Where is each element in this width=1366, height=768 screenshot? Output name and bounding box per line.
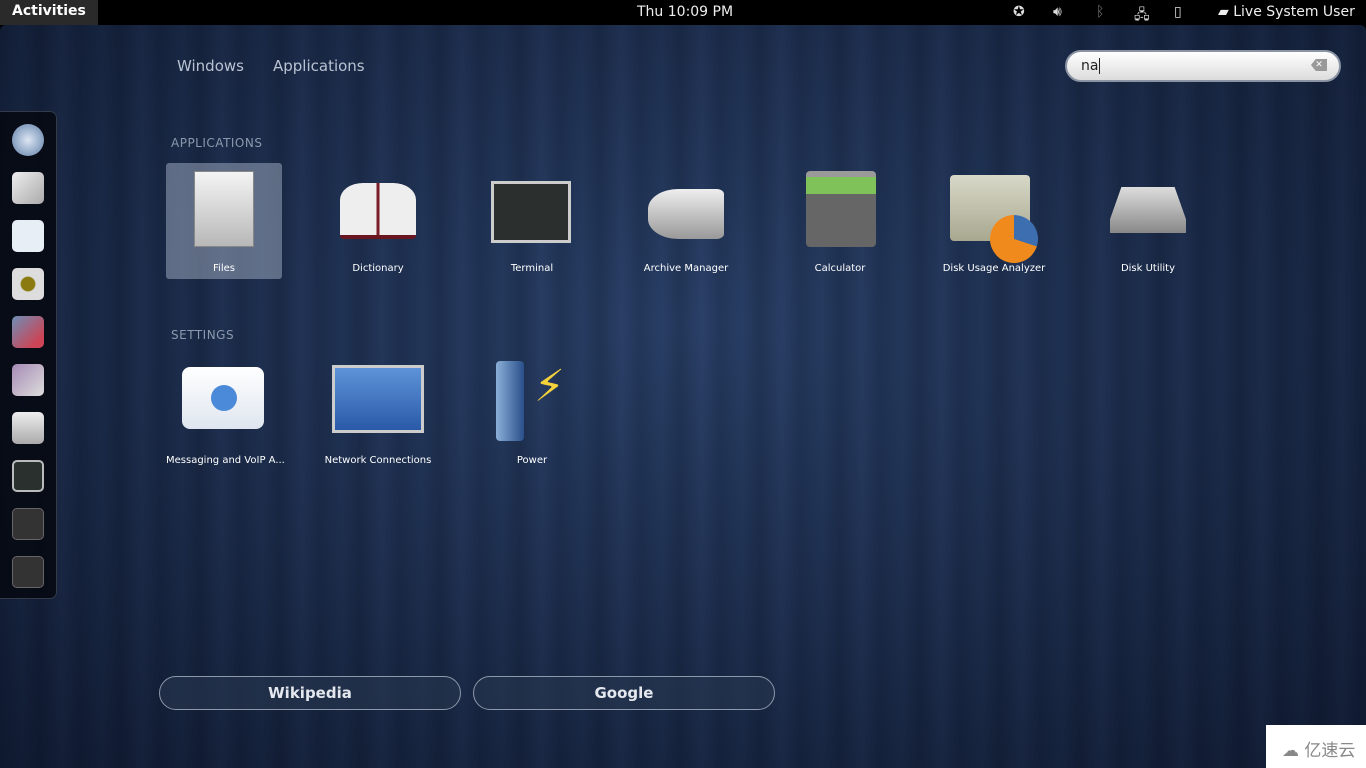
calculator-icon xyxy=(806,171,876,247)
tab-windows[interactable]: Windows xyxy=(177,57,244,75)
app-archive-manager[interactable]: Archive Manager xyxy=(628,163,744,279)
app-label: Disk Usage Analyzer xyxy=(942,263,1046,274)
web-browser-icon[interactable] xyxy=(12,124,44,156)
volume-icon[interactable]: 🔊︎ xyxy=(1053,4,1062,20)
app-label: Power xyxy=(516,455,548,466)
clock[interactable]: Thu 10:09 PM xyxy=(637,4,733,20)
messaging-icon[interactable] xyxy=(12,220,44,252)
mail-clock-icon[interactable] xyxy=(12,172,44,204)
watermark-text: 亿速云 xyxy=(1304,741,1356,761)
app-disk-usage-analyzer[interactable]: Disk Usage Analyzer xyxy=(936,163,1052,279)
app-files[interactable]: Files xyxy=(166,163,282,279)
app-label: Disk Utility xyxy=(1120,263,1176,274)
app-label: Dictionary xyxy=(352,263,404,274)
files-icon[interactable] xyxy=(12,412,44,444)
user-name: Live System User xyxy=(1233,4,1355,20)
file-cabinet-icon xyxy=(194,171,254,247)
chat-status-icon: ▰ xyxy=(1218,4,1234,20)
bluetooth-disabled-icon[interactable]: ᛒ xyxy=(1096,4,1104,20)
archive-roller-icon xyxy=(648,189,724,239)
app-calculator[interactable]: Calculator xyxy=(782,163,898,279)
activities-button[interactable]: Activities xyxy=(0,0,98,25)
top-bar: Activities Thu 10:09 PM ✪ 🔊︎ ᛒ 🖧︎ ▯ ▰ Li… xyxy=(0,0,1366,25)
pie-chart-icon xyxy=(990,215,1038,263)
watermark-logo: ☁︎ 亿速云 xyxy=(1266,725,1366,768)
app-label: Network Connections xyxy=(324,455,432,466)
smiley-icon xyxy=(211,385,237,411)
battery-charging-icon[interactable]: ▯ xyxy=(1174,4,1182,20)
terminal-icon xyxy=(491,181,571,243)
section-applications: APPLICATIONS xyxy=(171,136,263,150)
app-label: Messaging and VoIP A... xyxy=(166,455,285,466)
app-label: Terminal xyxy=(510,263,554,274)
app-power[interactable]: ⚡︎ Power xyxy=(474,355,590,471)
lock-safe-icon[interactable] xyxy=(12,556,44,588)
search-google-button[interactable]: Google xyxy=(473,676,775,710)
cloud-logo-icon: ☁︎ xyxy=(1282,741,1305,761)
battery-power-icon xyxy=(496,361,524,441)
app-disk-utility[interactable]: Disk Utility xyxy=(1090,163,1206,279)
dash xyxy=(0,111,57,599)
section-settings: SETTINGS xyxy=(171,328,235,342)
app-label: Archive Manager xyxy=(643,263,729,274)
search-wikipedia-button[interactable]: Wikipedia xyxy=(159,676,461,710)
tab-applications[interactable]: Applications xyxy=(273,57,365,75)
image-viewer-icon[interactable] xyxy=(12,316,44,348)
user-menu[interactable]: ▰ Live System User xyxy=(1218,4,1355,20)
lightning-icon: ⚡︎ xyxy=(534,361,565,412)
network-computers-icon xyxy=(332,365,424,433)
clear-search-icon[interactable]: ✕ xyxy=(1311,59,1327,71)
search-input[interactable]: na ✕ xyxy=(1065,50,1341,82)
speaker-icon[interactable] xyxy=(12,268,44,300)
activities-overview: Windows Applications na ✕ APPLICATIONS Fi… xyxy=(0,25,1366,768)
disk-utility-icon xyxy=(1110,187,1186,233)
terminal-icon[interactable] xyxy=(12,460,44,492)
app-messaging-voip[interactable]: Messaging and VoIP A... xyxy=(166,355,285,471)
app-network-connections[interactable]: Network Connections xyxy=(320,355,436,471)
app-dictionary[interactable]: Dictionary xyxy=(320,163,436,279)
app-label: Calculator xyxy=(814,263,866,274)
webcam-icon[interactable] xyxy=(12,364,44,396)
lock-safe-icon[interactable] xyxy=(12,508,44,540)
app-label: Files xyxy=(213,263,235,274)
app-terminal[interactable]: Terminal xyxy=(474,163,590,279)
accessibility-icon[interactable]: ✪ xyxy=(1013,4,1025,20)
search-value: na xyxy=(1081,58,1099,74)
book-icon xyxy=(340,183,416,239)
